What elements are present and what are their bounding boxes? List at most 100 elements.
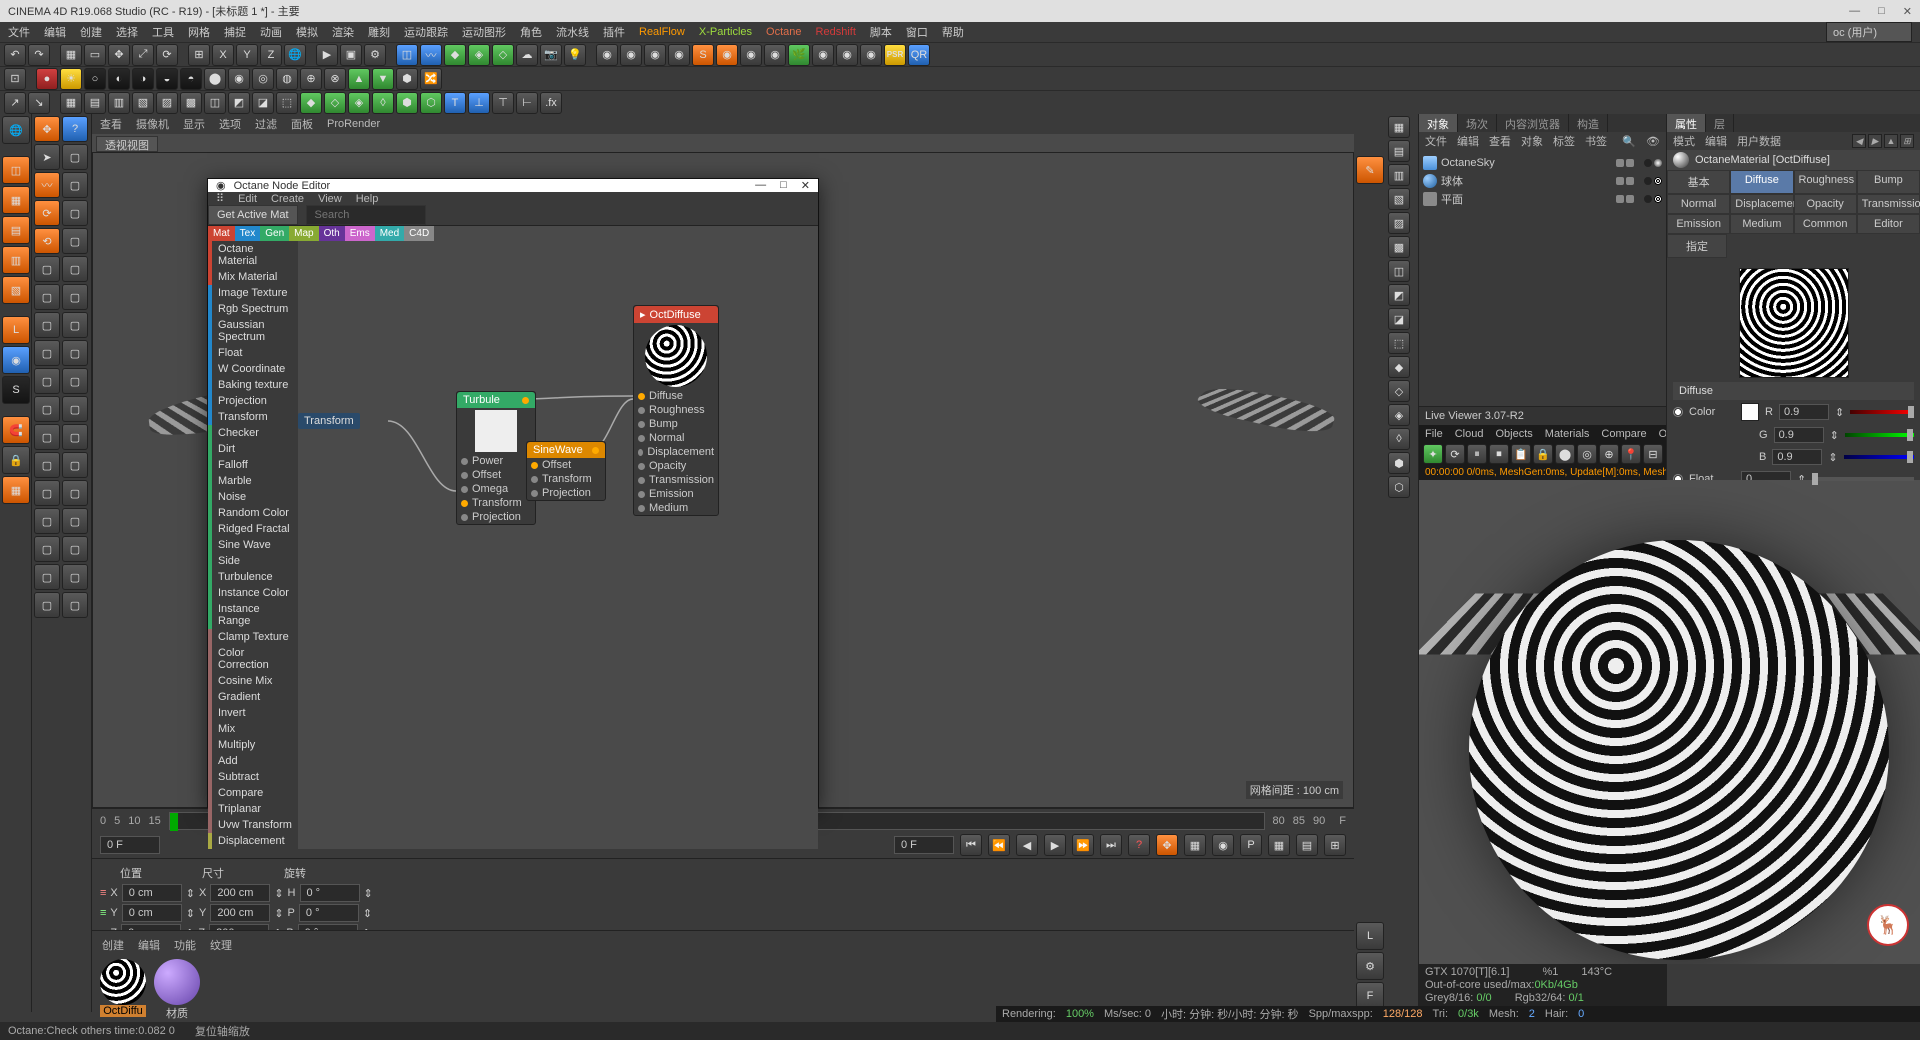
- tab-displacement[interactable]: Displacement: [1730, 194, 1793, 214]
- tab-objects[interactable]: 对象: [1419, 114, 1458, 132]
- world-icon[interactable]: 🌐: [284, 44, 306, 66]
- tool[interactable]: ▢: [34, 368, 60, 394]
- list-item[interactable]: Clamp Texture: [208, 629, 298, 645]
- tab-structure[interactable]: 构造: [1569, 114, 1608, 132]
- color-radio[interactable]: [1673, 407, 1683, 417]
- tool-icon[interactable]: ◑: [132, 68, 154, 90]
- plugin-icon[interactable]: ◉: [860, 44, 882, 66]
- scale-icon[interactable]: ⤢: [132, 44, 154, 66]
- target-icon[interactable]: ⊕: [1599, 444, 1619, 464]
- shuffle-icon[interactable]: 🔀: [420, 68, 442, 90]
- ptr-icon[interactable]: ➤: [34, 144, 60, 170]
- tab-transmission[interactable]: Transmission: [1857, 194, 1920, 214]
- list-item[interactable]: Subtract: [208, 769, 298, 785]
- list-item[interactable]: Instance Range: [208, 601, 298, 629]
- tool[interactable]: ▢: [34, 480, 60, 506]
- tool-icon[interactable]: ◐: [108, 68, 130, 90]
- move-arrows-icon[interactable]: ✥: [34, 116, 60, 142]
- y-axis-icon[interactable]: Y: [236, 44, 258, 66]
- node-list[interactable]: Octane Material Mix Material Image Textu…: [208, 241, 298, 849]
- tool-icon[interactable]: ◩: [228, 92, 250, 114]
- tool[interactable]: L: [1356, 922, 1384, 950]
- step-fwd-icon[interactable]: ⏩: [1072, 834, 1094, 856]
- record-icon[interactable]: ●: [36, 68, 58, 90]
- sphere-icon[interactable]: ⬤: [1555, 444, 1575, 464]
- get-active-mat-button[interactable]: Get Active Mat: [208, 205, 298, 225]
- search-input[interactable]: [306, 205, 426, 225]
- tool[interactable]: ⬚: [1388, 332, 1410, 354]
- redo-icon[interactable]: ↷: [28, 44, 50, 66]
- tool[interactable]: ◫: [1388, 260, 1410, 282]
- tool-icon[interactable]: ◉: [2, 346, 30, 374]
- tool-icon[interactable]: ▥: [2, 246, 30, 274]
- sphere-icon[interactable]: S: [2, 376, 30, 404]
- tool-icon[interactable]: ◪: [252, 92, 274, 114]
- tab-common[interactable]: Common: [1794, 214, 1857, 234]
- list-item[interactable]: Sine Wave: [208, 537, 298, 553]
- undo-icon[interactable]: ↶: [4, 44, 26, 66]
- handle-icon[interactable]: ⠿: [216, 192, 224, 205]
- tool[interactable]: ▢: [62, 256, 88, 282]
- gear-icon[interactable]: ⚙: [1356, 952, 1384, 980]
- tool[interactable]: ▢: [34, 340, 60, 366]
- sun-icon[interactable]: ☀: [60, 68, 82, 90]
- marker-icon[interactable]: 📍: [1621, 444, 1641, 464]
- tool[interactable]: ⬢: [1388, 452, 1410, 474]
- layout-dropdown[interactable]: oc (用户): [1826, 22, 1912, 42]
- tool-icon[interactable]: ⊗: [324, 68, 346, 90]
- object-row[interactable]: OctaneSky: [1423, 154, 1662, 172]
- list-item[interactable]: Noise: [208, 489, 298, 505]
- tool-icon[interactable]: ▧: [132, 92, 154, 114]
- tool-icon[interactable]: P: [1240, 834, 1262, 856]
- tool-icon[interactable]: ↗: [4, 92, 26, 114]
- max-icon[interactable]: □: [780, 179, 787, 192]
- tool-icon[interactable]: ▨: [156, 92, 178, 114]
- tool[interactable]: ⬡: [1388, 476, 1410, 498]
- tool-icon[interactable]: L: [2, 316, 30, 344]
- list-item[interactable]: Float: [208, 345, 298, 361]
- list-item[interactable]: Rgb Spectrum: [208, 301, 298, 317]
- stop-icon[interactable]: ⏹: [1489, 444, 1509, 464]
- b-field[interactable]: 0.9: [1772, 449, 1822, 465]
- node-transform[interactable]: Transform: [298, 413, 360, 429]
- cat-mat[interactable]: Mat: [208, 226, 235, 241]
- cat-oth[interactable]: Oth: [319, 226, 345, 241]
- render-region-icon[interactable]: ▣: [340, 44, 362, 66]
- tab-takes[interactable]: 场次: [1458, 114, 1497, 132]
- list-item[interactable]: Turbulence: [208, 569, 298, 585]
- play-icon[interactable]: ▶: [1044, 834, 1066, 856]
- list-item[interactable]: Compare: [208, 785, 298, 801]
- plugin-icon[interactable]: ◉: [668, 44, 690, 66]
- tool-icon[interactable]: ◎: [252, 68, 274, 90]
- nurbs-icon[interactable]: ◆: [444, 44, 466, 66]
- plugin-icon[interactable]: ◉: [812, 44, 834, 66]
- node-canvas[interactable]: Transform Turbule Power Offset Omega Tra…: [298, 241, 818, 849]
- tool-icon[interactable]: ↘: [28, 92, 50, 114]
- tab-assign[interactable]: 指定: [1667, 234, 1727, 258]
- min-icon[interactable]: —: [1849, 5, 1860, 18]
- cube-icon[interactable]: ◫: [2, 156, 30, 184]
- size-y[interactable]: 200 cm: [210, 904, 270, 922]
- tool-icon[interactable]: ▤: [1296, 834, 1318, 856]
- rotate-icon[interactable]: ⟳: [156, 44, 178, 66]
- psr-icon[interactable]: PSR: [884, 44, 906, 66]
- tool[interactable]: ▩: [1388, 236, 1410, 258]
- tool[interactable]: ▢: [62, 200, 88, 226]
- fwd-icon[interactable]: ▶: [1868, 134, 1882, 148]
- fx-icon[interactable]: .fx: [540, 92, 562, 114]
- render-settings-icon[interactable]: ⚙: [364, 44, 386, 66]
- tool[interactable]: ◇: [1388, 380, 1410, 402]
- back-icon[interactable]: ◀: [1852, 134, 1866, 148]
- rot-h[interactable]: 0 °: [300, 884, 360, 902]
- tool[interactable]: ▢: [62, 340, 88, 366]
- tool-icon[interactable]: ◍: [276, 68, 298, 90]
- tab-basic[interactable]: 基本: [1667, 170, 1730, 194]
- light-icon[interactable]: 💡: [564, 44, 586, 66]
- tool[interactable]: ▥: [1388, 164, 1410, 186]
- close-icon[interactable]: ✕: [1903, 5, 1912, 18]
- plugin-icon[interactable]: ◉: [596, 44, 618, 66]
- spline-icon[interactable]: 〰: [420, 44, 442, 66]
- frame-start[interactable]: 0 F: [100, 836, 160, 854]
- tool[interactable]: ▦: [1388, 116, 1410, 138]
- tool[interactable]: ▢: [62, 592, 88, 618]
